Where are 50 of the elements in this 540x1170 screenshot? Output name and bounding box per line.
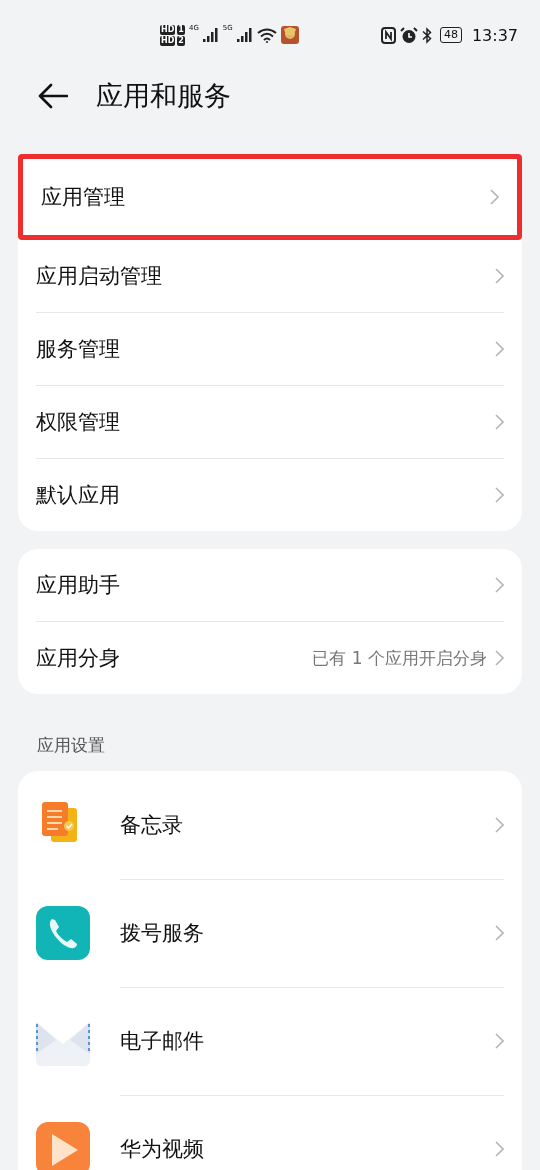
chevron-icon (495, 1140, 504, 1157)
wifi-icon (256, 27, 277, 43)
chevron-icon (495, 341, 504, 357)
sim-label: HD 1 (160, 24, 185, 35)
section-title: 应用设置 (37, 734, 106, 757)
settings-item[interactable]: 服务管理 (36, 313, 504, 386)
item-label: 应用助手 (36, 572, 121, 599)
item-label: 应用分身 (36, 645, 121, 672)
item-label: 华为视频 (120, 1135, 205, 1163)
app-notification-icon (280, 26, 299, 44)
item-label: 应用启动管理 (36, 263, 163, 290)
app-item[interactable]: 电子邮件 (36, 987, 504, 1095)
settings-item[interactable]: 应用分身 已有 1 个应用开启分身 (36, 622, 504, 694)
chevron-icon (495, 816, 504, 833)
item-label: 拨号服务 (120, 919, 205, 947)
video-app-icon (36, 1122, 90, 1170)
nfc-icon (380, 26, 396, 44)
bluetooth-icon (421, 26, 432, 44)
clock: 13:37 (471, 25, 518, 45)
chevron-icon (490, 189, 499, 205)
app-item[interactable]: 华为视频 (36, 1095, 504, 1170)
chevron-icon (495, 650, 504, 666)
chevron-icon (495, 414, 504, 430)
battery-icon: 48 (439, 27, 462, 43)
app-item[interactable]: 拨号服务 (36, 879, 504, 987)
item-label: 备忘录 (120, 811, 184, 839)
back-icon[interactable] (38, 83, 68, 109)
item-label: 电子邮件 (120, 1027, 205, 1055)
item-label: 默认应用 (36, 482, 121, 509)
chevron-icon (495, 1032, 504, 1049)
sim-label: HD 2 (160, 35, 185, 46)
chevron-icon (495, 268, 504, 284)
item-label: 应用管理 (41, 184, 126, 211)
page-title: 应用和服务 (96, 79, 231, 113)
signal-icon (236, 28, 253, 42)
item-value: 已有 1 个应用开启分身 (312, 646, 487, 670)
settings-item[interactable]: 应用助手 (36, 549, 504, 622)
item-label: 权限管理 (36, 409, 121, 436)
settings-item[interactable]: 应用管理 (18, 154, 522, 240)
chevron-icon (495, 487, 504, 503)
chevron-icon (495, 577, 504, 593)
settings-item[interactable]: 默认应用 (36, 459, 504, 531)
settings-item[interactable]: 权限管理 (36, 386, 504, 459)
app-item[interactable]: 备忘录 (36, 771, 504, 879)
phone-app-icon (36, 906, 90, 960)
item-label: 服务管理 (36, 336, 121, 363)
chevron-icon (495, 924, 504, 941)
alarm-icon (399, 26, 418, 44)
signal-icon (202, 28, 219, 42)
settings-item[interactable]: 应用启动管理 (36, 240, 504, 313)
